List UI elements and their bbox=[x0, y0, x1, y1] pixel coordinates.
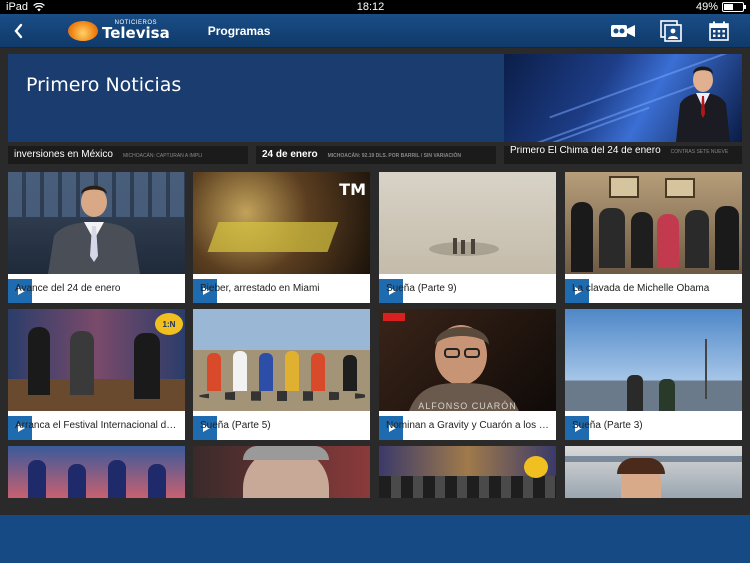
video-thumbnail bbox=[193, 309, 370, 411]
ticker-strip[interactable]: inversiones en México MICHOACÁN: CAPTURAN… bbox=[8, 146, 248, 164]
video-tile[interactable]: ALFONSO CUARÓN Nominan a Gravity y Cuaró… bbox=[379, 309, 556, 440]
video-tile[interactable] bbox=[565, 446, 742, 498]
nav-title: Programas bbox=[207, 23, 271, 38]
video-thumbnail bbox=[379, 446, 556, 498]
video-tile[interactable]: Sueña (Parte 9) bbox=[379, 172, 556, 303]
video-camera-button[interactable] bbox=[610, 20, 636, 42]
video-thumbnail bbox=[565, 309, 742, 411]
portrait-figure bbox=[409, 325, 519, 411]
photo-gallery-icon bbox=[660, 19, 682, 42]
video-title: La clavada de Michelle Obama bbox=[572, 283, 710, 294]
video-title: Nominan a Gravity y Cuarón a los 'P... bbox=[386, 420, 555, 431]
video-tile[interactable] bbox=[379, 446, 556, 498]
video-title: Sueña (Parte 3) bbox=[572, 420, 643, 431]
wifi-icon bbox=[33, 2, 45, 11]
video-title: Bieber, arrestado en Miami bbox=[200, 283, 320, 294]
video-tile[interactable]: Avance del 24 de enero bbox=[8, 172, 185, 303]
calendar-button[interactable] bbox=[706, 20, 732, 42]
battery-percent: 49% bbox=[695, 1, 718, 13]
video-tile[interactable] bbox=[8, 446, 185, 498]
video-thumbnail: ALFONSO CUARÓN bbox=[379, 309, 556, 411]
chevron-left-icon bbox=[14, 23, 23, 38]
thumbnail-caption: ALFONSO CUARÓN bbox=[418, 401, 517, 411]
nav-bar: NOTICIEROS Televisa Programas bbox=[0, 14, 750, 48]
video-thumbnail: TM bbox=[193, 172, 370, 274]
video-camera-icon bbox=[611, 24, 635, 37]
ticker-text: Primero El Chima del 24 de enero bbox=[510, 146, 661, 156]
battery-fill bbox=[724, 4, 733, 10]
status-bar: iPad 18:12 49% bbox=[0, 0, 750, 14]
video-tile[interactable]: La clavada de Michelle Obama bbox=[565, 172, 742, 303]
calendar-icon bbox=[709, 21, 729, 41]
video-thumbnail bbox=[8, 446, 185, 498]
logo-text: NOTICIEROS Televisa bbox=[102, 20, 170, 41]
anchor-figure bbox=[48, 185, 140, 274]
logo-big-text: Televisa bbox=[102, 24, 170, 42]
status-right: 49% bbox=[695, 1, 746, 13]
video-thumbnail bbox=[8, 172, 185, 274]
video-title: Avance del 24 de enero bbox=[15, 283, 121, 294]
video-thumbnail bbox=[565, 446, 742, 498]
sun-logo-icon bbox=[68, 20, 98, 41]
video-thumbnail bbox=[379, 172, 556, 274]
status-time: 18:12 bbox=[356, 1, 385, 13]
video-title: Sueña (Parte 9) bbox=[386, 283, 457, 294]
ticker-subtext: MICHOACÁN: CAPTURAN A IMPLI bbox=[122, 153, 203, 159]
banner-anchor-image bbox=[504, 54, 742, 142]
video-title: Arranca el Festival Internacional de... bbox=[15, 420, 181, 431]
ticker-row: inversiones en México MICHOACÁN: CAPTURAN… bbox=[8, 146, 742, 164]
program-banner: Primero Noticias bbox=[8, 54, 742, 142]
news-anchor-figure bbox=[676, 66, 730, 142]
status-left: iPad bbox=[6, 1, 45, 13]
bottom-bar bbox=[0, 515, 750, 563]
video-tile[interactable] bbox=[193, 446, 370, 498]
device-name: iPad bbox=[6, 1, 29, 13]
light-streak bbox=[504, 106, 650, 142]
video-thumbnail bbox=[193, 446, 370, 498]
ticker-text: inversiones en México bbox=[14, 149, 113, 160]
back-button[interactable] bbox=[0, 14, 36, 48]
banner-title: Primero Noticias bbox=[26, 74, 182, 96]
video-tile[interactable]: Sueña (Parte 5) bbox=[193, 309, 370, 440]
video-tile[interactable]: 1:N Arranca el Festival Internacional de… bbox=[8, 309, 185, 440]
video-tile[interactable]: TM Bieber, arrestado en Miami bbox=[193, 172, 370, 303]
channel-tag: TM bbox=[339, 180, 366, 199]
video-title: Sueña (Parte 5) bbox=[200, 420, 271, 431]
content-area: Primero Noticias inversiones en México MI… bbox=[0, 48, 750, 515]
televisa-logo[interactable]: NOTICIEROS Televisa bbox=[68, 20, 170, 41]
ticker-strip[interactable]: 24 de enero MICHOACÁN: 92.19 DLS. POR BAR… bbox=[256, 146, 496, 164]
channel-tag: 1:N bbox=[155, 313, 183, 335]
video-tile[interactable]: Sueña (Parte 3) bbox=[565, 309, 742, 440]
ticker-subtext: CONTRAS SETE NUEVE bbox=[670, 149, 729, 155]
nav-icons bbox=[610, 19, 732, 42]
ticker-text: 24 de enero bbox=[262, 149, 318, 160]
battery-icon bbox=[722, 2, 746, 12]
video-thumbnail: 1:N bbox=[8, 309, 185, 411]
photo-gallery-button[interactable] bbox=[658, 19, 684, 42]
ticker-subtext: MICHOACÁN: 92.19 DLS. POR BARRIL / SIN V… bbox=[327, 153, 462, 159]
video-thumbnail bbox=[565, 172, 742, 274]
ticker-strip[interactable]: Primero El Chima del 24 de enero CONTRAS … bbox=[504, 146, 742, 164]
